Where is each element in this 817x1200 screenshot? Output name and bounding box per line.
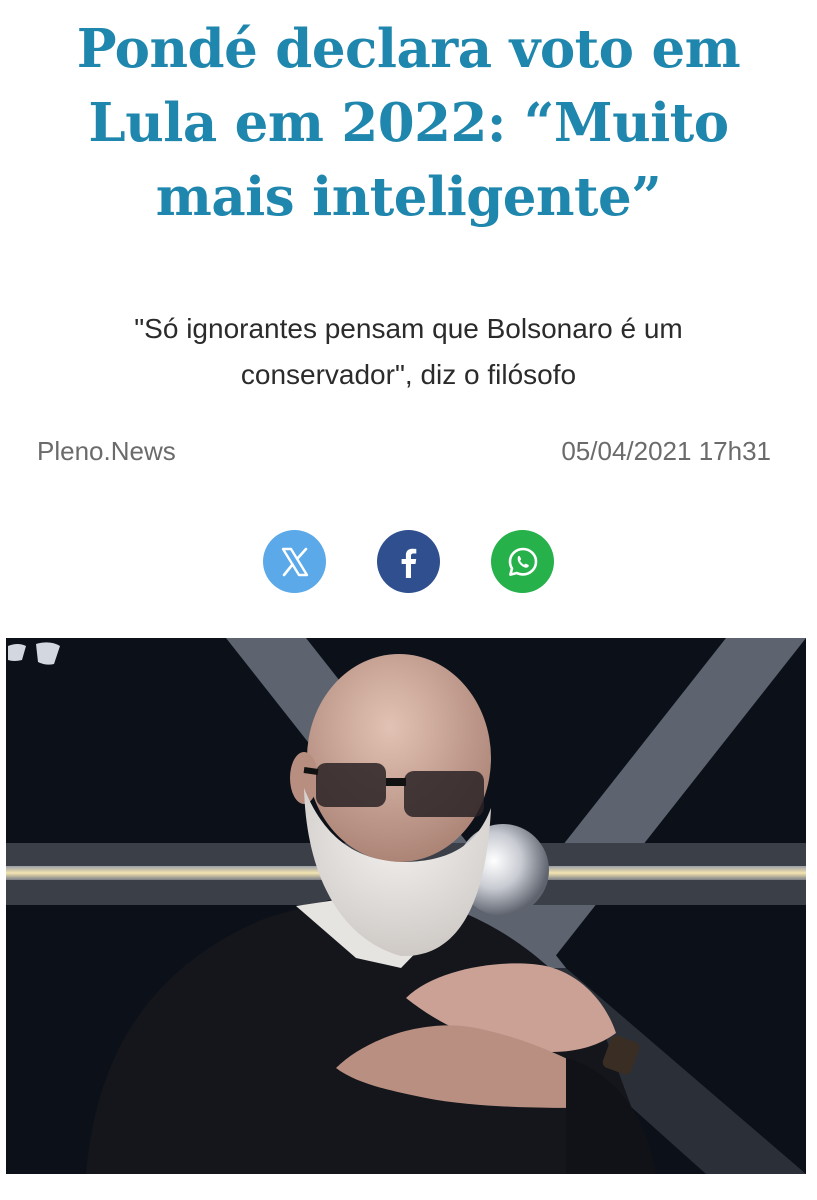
photo-illustration [6, 638, 806, 1174]
article-page: Pondé declara voto em Lula em 2022: “Mui… [0, 0, 817, 1200]
article-meta: Pleno.News 05/04/2021 17h31 [37, 436, 771, 467]
article-source: Pleno.News [37, 436, 176, 466]
headline-line: mais inteligente” [155, 166, 662, 228]
share-whatsapp-button[interactable] [491, 530, 554, 593]
article-subtitle: "Só ignorantes pensam que Bolsonaro é um… [50, 306, 767, 398]
whatsapp-icon [504, 543, 542, 581]
share-x-button[interactable] [263, 530, 326, 593]
facebook-f-icon [392, 545, 426, 579]
article-datetime: 05/04/2021 17h31 [561, 436, 771, 466]
subtitle-line: "Só ignorantes pensam que Bolsonaro é um [134, 313, 683, 344]
article-headline: Pondé declara voto em Lula em 2022: “Mui… [40, 12, 777, 234]
subtitle-line: conservador", diz o filósofo [240, 359, 577, 390]
article-photo [6, 638, 806, 1174]
headline-line: Pondé declara voto em [76, 18, 741, 80]
x-logo-icon [278, 545, 312, 579]
share-bar [0, 530, 817, 593]
share-facebook-button[interactable] [377, 530, 440, 593]
headline-line: Lula em 2022: “Muito [88, 92, 729, 154]
